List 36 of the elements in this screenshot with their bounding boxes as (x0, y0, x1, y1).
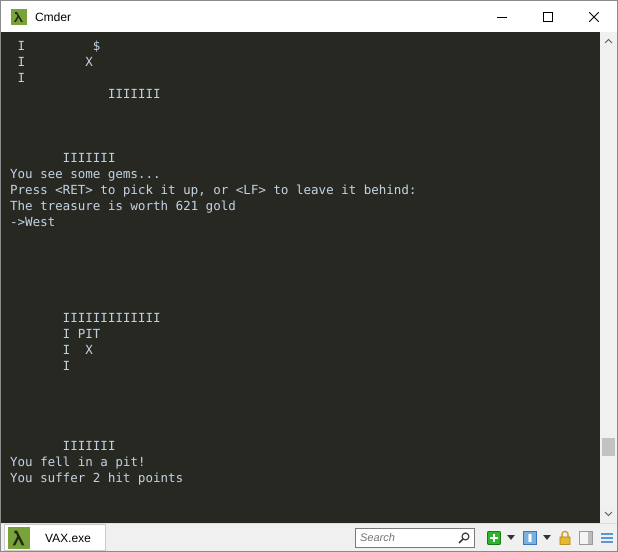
window-title: Cmder (35, 10, 72, 24)
menu-icon[interactable] (601, 532, 613, 544)
terminal-line: You fell in a pit! (10, 454, 146, 470)
lock-icon[interactable] (559, 530, 571, 545)
maximize-icon[interactable] (543, 12, 553, 22)
terminal-line: I X (16, 54, 93, 70)
terminal-line: IIIIIII (62, 438, 116, 454)
scroll-down-icon[interactable] (604, 511, 613, 517)
terminal-line: Press <RET> to pick it up, or <LF> to leave it behind: (10, 182, 416, 198)
terminal-line: I (62, 358, 70, 374)
terminal-line: I $ (16, 38, 100, 54)
terminal-line: You see some gems... (10, 166, 161, 182)
terminal-line: I X (62, 342, 93, 358)
search-field[interactable]: Search (355, 528, 475, 548)
panel-icon[interactable] (579, 530, 593, 544)
search-icon (458, 532, 470, 544)
scroll-up-icon[interactable] (604, 38, 613, 44)
terminal-line: IIIIIII (106, 86, 161, 102)
close-icon[interactable] (589, 12, 599, 22)
caret-icon[interactable] (507, 535, 515, 540)
add-icon[interactable] (487, 530, 501, 544)
scrollbar[interactable] (600, 32, 617, 523)
tab-label: VAX.exe (45, 530, 91, 544)
terminal-line: IIIIIIIIIIIII (62, 310, 161, 326)
terminal-line: I PIT (62, 326, 100, 342)
terminal-line: IIIIIII (62, 150, 116, 166)
console-icon[interactable] (523, 530, 537, 544)
terminal-line: I (16, 70, 26, 86)
terminal-line: ->West (10, 214, 56, 230)
lambda-icon (11, 8, 27, 24)
terminal-line: The treasure is worth 621 gold (10, 198, 236, 214)
terminal-line: You suffer 2 hit points (10, 470, 184, 486)
lambda-icon (7, 526, 31, 548)
console-tab[interactable]: VAX.exe (4, 524, 106, 551)
scroll-thumb[interactable] (602, 438, 615, 456)
caret-icon[interactable] (543, 535, 551, 540)
